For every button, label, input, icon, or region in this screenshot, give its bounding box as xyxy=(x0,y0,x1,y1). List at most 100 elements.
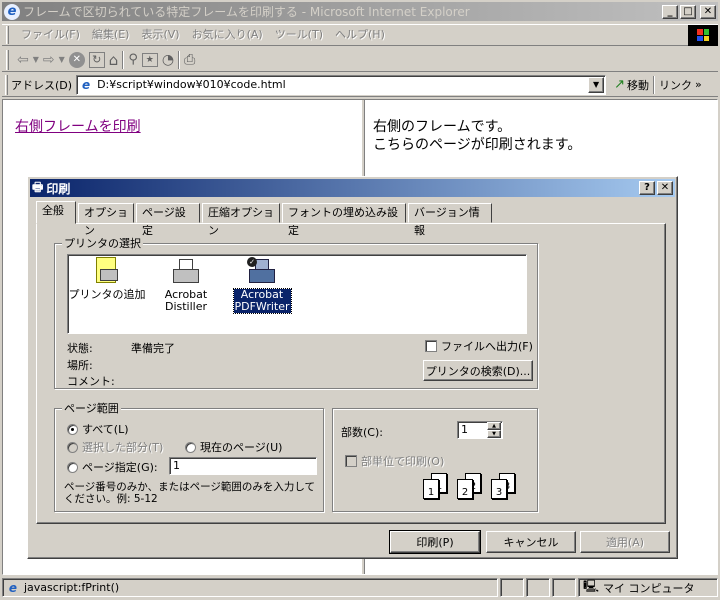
forward-icon[interactable]: ⇨ xyxy=(43,52,55,68)
print-dialog-icon: 🖶 xyxy=(32,179,44,194)
printer-name: Acrobat PDFWriter xyxy=(232,288,292,314)
right-frame-text-2: こちらのページが印刷されます。 xyxy=(373,137,582,153)
copies-group: 部数(C): 1 ▲ ▼ 部単位で印刷(O) 1 1 2 2 3 3 xyxy=(332,408,538,512)
menu-file[interactable]: ファイル(F) xyxy=(15,26,86,44)
windows-logo-icon xyxy=(688,24,718,46)
printer-list[interactable]: プリンタの追加 Acrobat Distiller ✓ Acrobat PDFW… xyxy=(67,254,527,334)
status-text: javascript:fPrint() xyxy=(24,581,120,594)
printer-name: プリンタの追加 xyxy=(68,288,146,301)
find-printer-button[interactable]: プリンタの検索(D)... xyxy=(423,360,533,381)
search-icon[interactable]: ⚲ xyxy=(128,52,138,67)
collate-illustration: 1 1 2 2 3 3 xyxy=(423,473,523,507)
print-to-file-label: ファイルへ出力(F) xyxy=(441,340,533,353)
print-dialog: 🖶 印刷 ? ✕ 全般 オプション ページ設定 圧縮オプション フォントの埋め込… xyxy=(27,176,678,559)
tab-font-embedding[interactable]: フォントの埋め込み設定 xyxy=(282,203,406,237)
tab-general[interactable]: 全般 xyxy=(36,201,76,224)
collate-checkbox: 部単位で印刷(O) xyxy=(345,453,444,469)
refresh-icon[interactable]: ↻ xyxy=(88,51,105,68)
comment-label: コメント: xyxy=(67,375,115,388)
page-range-input[interactable]: 1 xyxy=(169,457,317,475)
copies-stepper[interactable]: 1 ▲ ▼ xyxy=(457,421,503,439)
print-to-file-checkbox[interactable]: ファイルへ出力(F) xyxy=(425,338,533,354)
help-button[interactable]: ? xyxy=(639,181,655,195)
print-icon[interactable]: ⎙ xyxy=(184,52,195,68)
page-range-value: 1 xyxy=(173,459,180,472)
dialog-title-bar[interactable]: 🖶 印刷 ? ✕ xyxy=(30,179,675,197)
status-bar: e javascript:fPrint() 🖳 マイ コンピュータ xyxy=(2,577,718,598)
chevron-down-icon[interactable]: ▼ xyxy=(59,55,65,64)
collate-page: 1 xyxy=(423,479,439,499)
checkbox-box xyxy=(345,455,357,467)
printer-name: Acrobat Distiller xyxy=(164,288,208,313)
home-icon[interactable]: ⌂ xyxy=(109,51,119,69)
history-icon[interactable]: ◔ xyxy=(162,52,174,68)
dialog-close-button[interactable]: ✕ xyxy=(657,181,673,195)
menu-edit[interactable]: 編集(E) xyxy=(86,26,136,44)
browser-title: フレームで区切られている特定フレームを印刷する - Microsoft Inte… xyxy=(23,5,470,19)
range-current-label: 現在のページ(U) xyxy=(200,441,283,454)
go-button[interactable]: ↗ 移動 xyxy=(614,77,649,93)
right-frame-text-1: 右側のフレームです。 xyxy=(373,119,512,135)
default-printer-icon: ✓ xyxy=(247,257,277,289)
copies-value: 1 xyxy=(461,423,468,436)
links-label[interactable]: リンク xyxy=(659,77,692,93)
range-selection-label: 選択した部分(T) xyxy=(82,441,164,454)
page-range-hint: ページ番号のみか、またはページ範囲のみを入力して ください。例: 5-12 xyxy=(64,481,316,505)
favorites-icon[interactable]: ★ xyxy=(141,52,158,67)
menu-view[interactable]: 表示(V) xyxy=(135,26,185,44)
go-arrow-icon: ↗ xyxy=(614,77,625,92)
toolbar: ⇦ ▼ ⇨ ▼ ✕ ↻ ⌂ ⚲ ★ ◔ ⎙ xyxy=(2,48,718,72)
radio-button[interactable] xyxy=(185,441,196,453)
close-button[interactable]: ✕ xyxy=(700,4,716,19)
printer-group-label: プリンタの選択 xyxy=(62,237,143,250)
tab-page-setup[interactable]: ページ設定 xyxy=(136,203,200,237)
add-printer-icon xyxy=(94,257,120,289)
printer-group: プリンタの選択 プリンタの追加 Acrobat Distiller ✓ Acro… xyxy=(54,237,538,389)
copies-label: 部数(C): xyxy=(341,426,383,439)
menu-help[interactable]: ヘルプ(H) xyxy=(329,26,391,44)
stop-icon[interactable]: ✕ xyxy=(68,51,85,68)
printer-item-pdfwriter[interactable]: ✓ Acrobat PDFWriter xyxy=(232,257,292,321)
printer-item-add[interactable]: プリンタの追加 xyxy=(69,257,146,321)
radio-button xyxy=(67,441,78,453)
range-pages-label: ページ指定(G): xyxy=(82,461,158,474)
page-icon: e xyxy=(81,77,91,92)
radio-button[interactable] xyxy=(67,461,78,473)
range-selection-radio: 選択した部分(T) xyxy=(67,439,163,455)
address-value: D:¥script¥window¥010¥code.html xyxy=(97,78,286,91)
apply-button: 適用(A) xyxy=(580,531,670,553)
checkbox-box[interactable] xyxy=(425,340,437,352)
menu-favorites[interactable]: お気に入り(A) xyxy=(186,26,269,44)
range-current-radio[interactable]: 現在のページ(U) xyxy=(185,439,282,455)
copies-up-button[interactable]: ▲ xyxy=(487,422,501,430)
go-label: 移動 xyxy=(626,78,649,92)
status-page-icon: e xyxy=(8,580,18,595)
chevron-down-icon[interactable]: ▼ xyxy=(33,55,39,64)
status-value: 準備完了 xyxy=(131,342,175,355)
cancel-button[interactable]: キャンセル xyxy=(486,531,576,553)
range-all-radio[interactable]: すべて(L) xyxy=(67,421,129,437)
range-pages-radio[interactable]: ページ指定(G): xyxy=(67,459,158,475)
print-button[interactable]: 印刷(P) xyxy=(389,530,481,554)
address-input[interactable]: e D:¥script¥window¥010¥code.html ▼ xyxy=(76,74,607,95)
dialog-title: 印刷 xyxy=(46,181,71,196)
back-icon[interactable]: ⇦ xyxy=(17,52,29,68)
tab-compression[interactable]: 圧縮オプション xyxy=(202,203,280,237)
printer-item-distiller[interactable]: Acrobat Distiller xyxy=(154,257,218,321)
tab-options[interactable]: オプション xyxy=(78,203,134,237)
address-dropdown-button[interactable]: ▼ xyxy=(588,76,605,93)
browser-title-bar[interactable]: e フレームで区切られている特定フレームを印刷する - Microsoft In… xyxy=(2,2,718,21)
tab-panel: プリンタの選択 プリンタの追加 Acrobat Distiller ✓ Acro… xyxy=(36,223,666,524)
page-range-group: ページ範囲 すべて(L) 選択した部分(T) 現在のページ(U) ページ指定(G… xyxy=(54,402,324,512)
menu-tools[interactable]: ツール(T) xyxy=(269,26,329,44)
printer-icon xyxy=(171,257,201,289)
zone-text: マイ コンピュータ xyxy=(603,581,695,595)
radio-button[interactable] xyxy=(67,423,78,435)
minimize-button[interactable]: _ xyxy=(662,4,678,19)
copies-down-button[interactable]: ▼ xyxy=(487,430,501,438)
page-range-label: ページ範囲 xyxy=(62,402,121,415)
chevron-right-icon[interactable]: » xyxy=(695,78,702,91)
tab-version-info[interactable]: バージョン情報 xyxy=(408,203,492,237)
print-right-frame-link[interactable]: 右側フレームを印刷 xyxy=(15,116,141,136)
maximize-button[interactable]: □ xyxy=(680,4,696,19)
